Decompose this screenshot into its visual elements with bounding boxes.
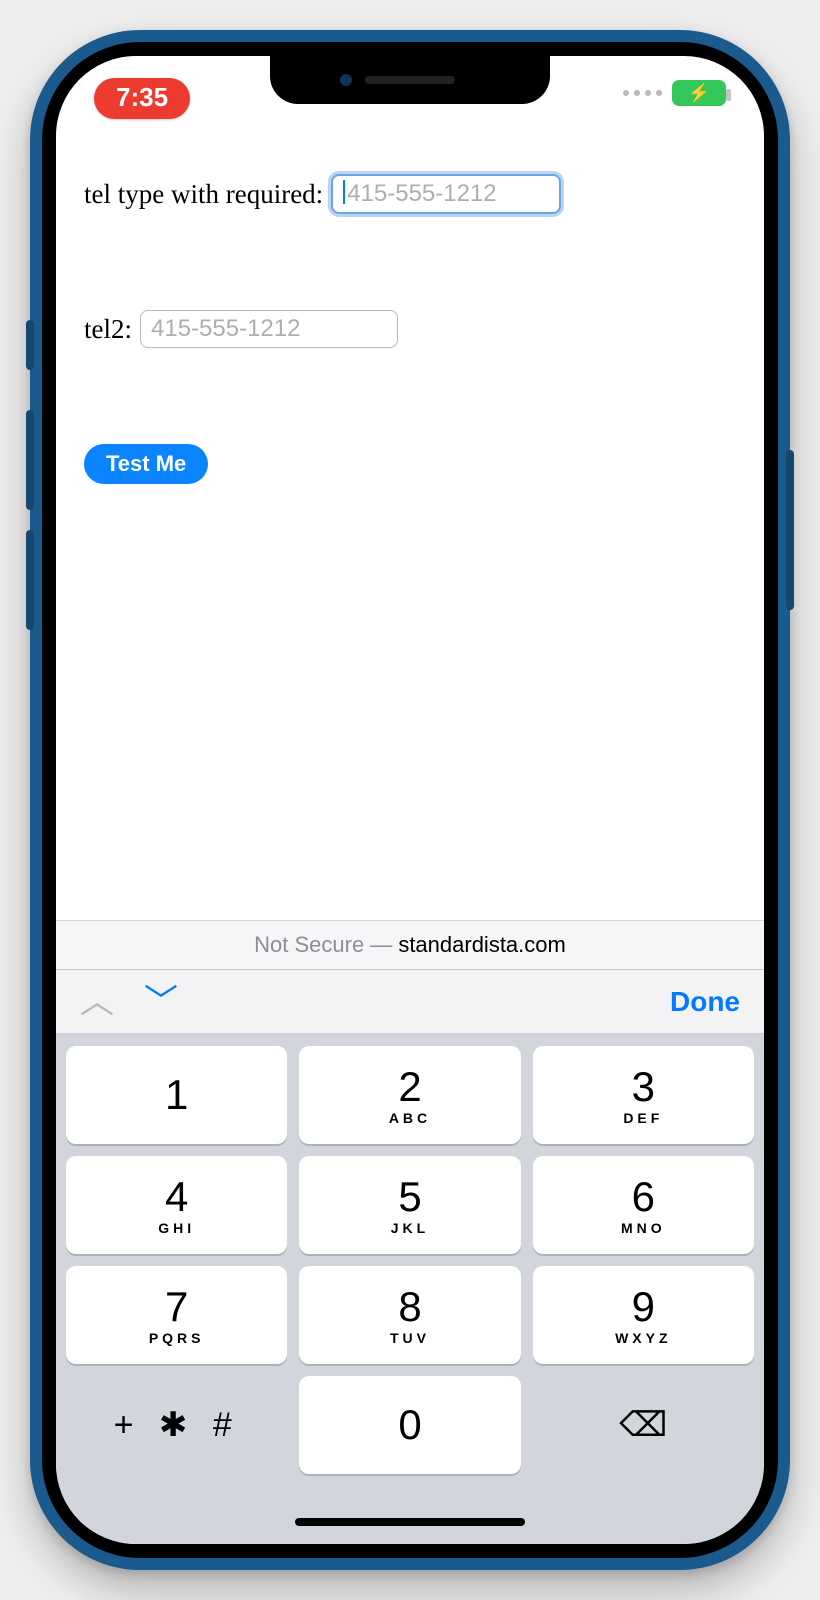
keypad-digit: 1	[165, 1072, 188, 1118]
keypad-letters: MNO	[621, 1220, 666, 1236]
keypad-digit: 4	[165, 1174, 188, 1220]
url-domain: standardista.com	[398, 932, 566, 958]
keypad-key-8[interactable]: 8TUV	[299, 1266, 520, 1364]
keypad-key-2[interactable]: 2ABC	[299, 1046, 520, 1144]
keypad-letters: WXYZ	[615, 1330, 671, 1346]
prev-field-chevron-up-icon: ︿	[80, 985, 114, 1019]
keypad-key-7[interactable]: 7PQRS	[66, 1266, 287, 1364]
next-field-chevron-down-icon[interactable]: ﹀	[144, 985, 178, 1019]
tel1-input[interactable]	[331, 174, 561, 214]
keypad-letters: PQRS	[149, 1330, 205, 1346]
keypad-digit: 6	[632, 1174, 655, 1220]
keypad-letters: TUV	[390, 1330, 430, 1346]
keypad-key-6[interactable]: 6MNO	[533, 1156, 754, 1254]
keypad-symbols-key[interactable]: + ✱ #	[66, 1376, 287, 1474]
keypad-digit: 2	[398, 1064, 421, 1110]
tel1-label: tel type with required:	[84, 179, 323, 210]
keypad-backspace-key[interactable]: ⌫	[533, 1376, 754, 1474]
keypad-digit: 8	[398, 1284, 421, 1330]
recording-time-pill[interactable]: 7:35	[94, 78, 190, 119]
test-me-button[interactable]: Test Me	[84, 444, 208, 484]
keypad-key-4[interactable]: 4GHI	[66, 1156, 287, 1254]
keypad-letters: GHI	[158, 1220, 195, 1236]
backspace-icon: ⌫	[619, 1405, 667, 1445]
keypad-key-3[interactable]: 3DEF	[533, 1046, 754, 1144]
tel2-input[interactable]	[140, 310, 398, 348]
keypad-digit: 5	[398, 1174, 421, 1220]
text-caret	[343, 180, 345, 204]
keypad-key-9[interactable]: 9WXYZ	[533, 1266, 754, 1364]
battery-charging-icon: ⚡	[672, 80, 726, 106]
keypad-letters: JKL	[391, 1220, 429, 1236]
keypad-key-5[interactable]: 5JKL	[299, 1156, 520, 1254]
device-notch	[270, 56, 550, 104]
symbols-label: + ✱ #	[114, 1405, 240, 1445]
cellular-dots-icon	[623, 90, 662, 96]
page-content: tel type with required: tel2: Test Me	[56, 126, 764, 920]
keypad-digit: 7	[165, 1284, 188, 1330]
keypad-digit: 0	[398, 1402, 421, 1448]
keypad-key-0[interactable]: 0	[299, 1376, 520, 1474]
keypad-key-1[interactable]: 1	[66, 1046, 287, 1144]
home-indicator[interactable]	[295, 1518, 525, 1526]
keypad-digit: 9	[632, 1284, 655, 1330]
not-secure-label: Not Secure —	[254, 932, 392, 958]
tel2-label: tel2:	[84, 314, 132, 345]
keypad-letters: DEF	[623, 1110, 663, 1126]
url-bar[interactable]: Not Secure — standardista.com	[56, 920, 764, 970]
keypad-digit: 3	[632, 1064, 655, 1110]
numeric-keypad: 12ABC3DEF4GHI5JKL6MNO7PQRS8TUV9WXYZ+ ✱ #…	[56, 1034, 764, 1544]
keyboard-done-button[interactable]: Done	[670, 986, 740, 1018]
keyboard-toolbar: ︿ ﹀ Done	[56, 970, 764, 1034]
keypad-letters: ABC	[389, 1110, 431, 1126]
